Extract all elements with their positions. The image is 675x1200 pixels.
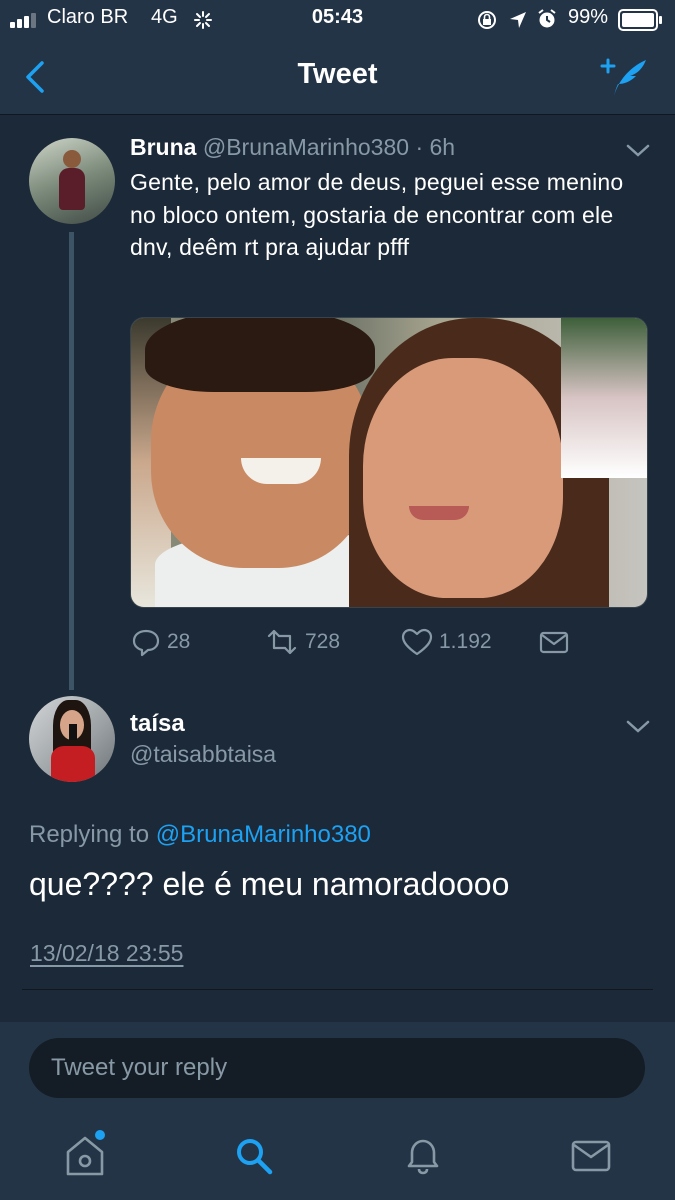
tweet-photo[interactable] [130,317,648,608]
search-icon[interactable] [234,1136,274,1176]
like-action[interactable]: 1.192 [401,626,492,658]
retweet-icon [267,629,297,655]
thread-connector [69,232,74,690]
alarm-icon [538,9,556,28]
replying-to: Replying to @BrunaMarinho380 [29,821,371,849]
status-bar: Claro BR 4G 05:43 99% [0,0,675,40]
tweet-time: · 6h [415,134,456,160]
reply-bar: Tweet your reply [0,1022,675,1118]
compose-tweet-icon[interactable] [600,56,650,98]
location-icon [510,12,526,28]
avatar-bruna[interactable] [29,138,115,224]
reply-action[interactable]: 28 [131,626,190,658]
page-title: Tweet [297,58,378,90]
tweet-header: Bruna @BrunaMarinho380 · 6h [130,134,455,161]
retweet-action[interactable]: 728 [265,626,340,658]
reply-count: 28 [167,630,191,653]
tweet-author-name[interactable]: Bruna [130,134,196,160]
reply-menu-chevron-icon[interactable] [626,719,650,735]
nav-bar: Tweet [0,40,675,115]
replying-to-handle[interactable]: @BrunaMarinho380 [156,821,371,848]
like-count: 1.192 [439,630,492,653]
direct-message-action[interactable] [539,626,575,658]
home-icon[interactable] [63,1128,109,1180]
reply-icon [132,629,160,657]
heart-icon [401,628,433,656]
replying-to-label: Replying to [29,821,150,848]
tab-bar [0,1118,675,1200]
battery-icon [618,9,662,31]
messages-envelope-icon[interactable] [571,1138,611,1174]
battery-percent: 99% [568,6,609,28]
reply-author-handle[interactable]: @taisabbtaisa [130,741,276,768]
envelope-icon [539,631,569,654]
reply-text: que???? ele é meu namoradoooo [29,866,510,902]
tweet-text: Gente, pelo amor de deus, peguei esse me… [130,169,624,260]
notifications-bell-icon[interactable] [403,1135,443,1177]
retweet-count: 728 [305,630,341,653]
divider [22,989,653,990]
reply-input[interactable]: Tweet your reply [29,1038,645,1098]
rotation-lock-icon [478,11,496,29]
reply-author-name[interactable]: taísa [130,710,185,738]
reply-input-placeholder: Tweet your reply [51,1054,228,1081]
tweet-author-handle[interactable]: @BrunaMarinho380 [203,134,409,160]
reply-timestamp[interactable]: 13/02/18 23:55 [30,940,183,967]
tweet-menu-chevron-icon[interactable] [626,143,650,159]
avatar-taisa[interactable] [29,696,115,782]
